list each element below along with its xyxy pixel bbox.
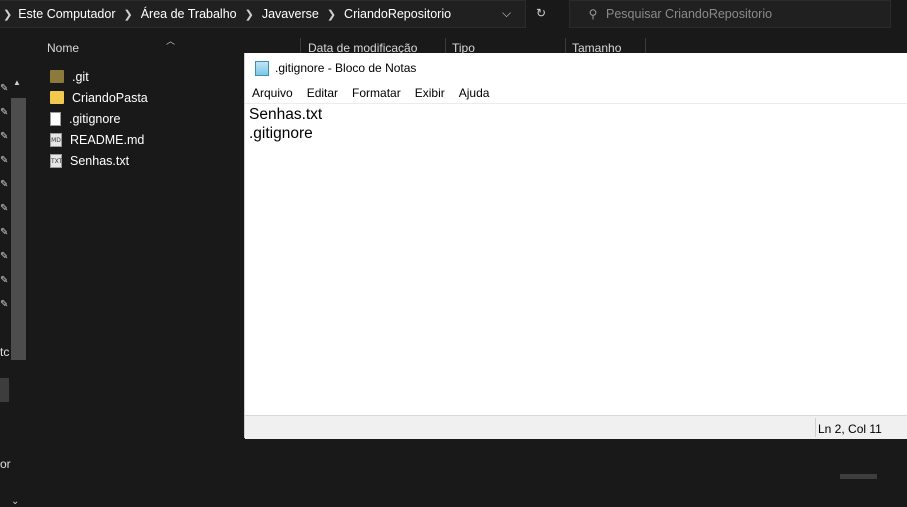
menu-editar[interactable]: Editar (307, 86, 338, 100)
address-bar[interactable]: ❯ Este Computador ❯ Área de Trabalho ❯ J… (0, 0, 526, 28)
chevron-right-icon[interactable]: ❯ (124, 8, 133, 21)
breadcrumb-item[interactable]: Área de Trabalho (141, 7, 237, 21)
menu-bar: Arquivo Editar Formatar Exibir Ajuda (245, 83, 907, 104)
scroll-up-icon[interactable]: ▲ (13, 78, 21, 87)
selected-nav-item[interactable] (0, 378, 9, 402)
menu-arquivo[interactable]: Arquivo (252, 86, 293, 100)
chevron-right-icon[interactable]: ❯ (327, 8, 336, 21)
search-placeholder[interactable]: Pesquisar CriandoRepositorio (606, 7, 772, 21)
folder-icon (50, 91, 64, 104)
list-item[interactable]: TXT Senhas.txt (46, 150, 246, 171)
file-name: .gitignore (69, 111, 121, 126)
text-file-icon: TXT (50, 153, 62, 168)
status-bar: Ln 2, Col 11 (245, 415, 907, 439)
chevron-right-icon[interactable]: ❯ (245, 8, 254, 21)
horizontal-scrollbar[interactable] (840, 474, 877, 479)
sort-up-icon: ︿ (166, 36, 176, 46)
list-item[interactable]: MD README.md (46, 129, 246, 150)
explorer-top-bar: ❯ Este Computador ❯ Área de Trabalho ❯ J… (0, 0, 907, 30)
search-box[interactable]: ⚲ Pesquisar CriandoRepositorio (569, 0, 891, 28)
file-name: README.md (70, 132, 145, 147)
pin-icon: ✎ (0, 203, 9, 214)
nav-item-label[interactable]: or (0, 457, 11, 471)
window-title: .gitignore - Bloco de Notas (275, 61, 417, 75)
refresh-icon[interactable]: ↻ (536, 6, 546, 20)
status-divider (815, 418, 816, 437)
pin-icon: ✎ (0, 83, 9, 94)
text-editor[interactable]: Senhas.txt .gitignore (249, 105, 322, 143)
notepad-window: .gitignore - Bloco de Notas Arquivo Edit… (244, 53, 907, 439)
menu-ajuda[interactable]: Ajuda (459, 86, 490, 100)
text-line[interactable]: Senhas.txt (249, 105, 322, 124)
list-item[interactable]: CriandoPasta (46, 87, 246, 108)
chevron-down-icon[interactable]: ⌄ (11, 496, 19, 507)
text-line[interactable]: .gitignore (249, 124, 322, 143)
pin-icon: ✎ (0, 299, 9, 310)
file-name: CriandoPasta (72, 90, 148, 105)
pin-icon: ✎ (0, 155, 9, 166)
file-name: .git (72, 69, 89, 84)
menu-formatar[interactable]: Formatar (352, 86, 401, 100)
menu-exibir[interactable]: Exibir (415, 86, 445, 100)
notepad-icon (255, 60, 269, 76)
list-item[interactable]: .gitignore (46, 108, 246, 129)
pin-icon: ✎ (0, 107, 9, 118)
search-icon: ⚲ (588, 7, 598, 21)
navigation-pane: ▲ ✎ ✎ ✎ ✎ ✎ ✎ ✎ ✎ ✎ ✎ tc or ⌄ (0, 38, 26, 507)
navigation-scrollbar[interactable] (11, 98, 26, 360)
file-list: .git CriandoPasta .gitignore MD README.m… (46, 66, 246, 171)
pin-icon: ✎ (0, 275, 9, 286)
breadcrumb-item[interactable]: Este Computador (18, 7, 115, 21)
breadcrumb-item[interactable]: CriandoRepositorio (344, 7, 451, 21)
pin-icon: ✎ (0, 131, 9, 142)
pin-icon: ✎ (0, 179, 9, 190)
file-name: Senhas.txt (70, 153, 130, 168)
pin-icon: ✎ (0, 227, 9, 238)
notepad-titlebar[interactable]: .gitignore - Bloco de Notas (245, 53, 907, 83)
text-file-icon (50, 111, 61, 126)
folder-icon (50, 70, 64, 83)
column-name[interactable]: Nome (47, 41, 79, 55)
list-item[interactable]: .git (46, 66, 246, 87)
chevron-down-icon[interactable]: ⌵ (502, 6, 511, 21)
nav-item-label[interactable]: tc (0, 345, 9, 359)
breadcrumb-item[interactable]: Javaverse (262, 7, 319, 21)
pin-icon: ✎ (0, 251, 9, 262)
cursor-position: Ln 2, Col 11 (818, 422, 882, 436)
chevron-right-icon[interactable]: ❯ (3, 8, 12, 21)
markdown-file-icon: MD (50, 132, 62, 147)
